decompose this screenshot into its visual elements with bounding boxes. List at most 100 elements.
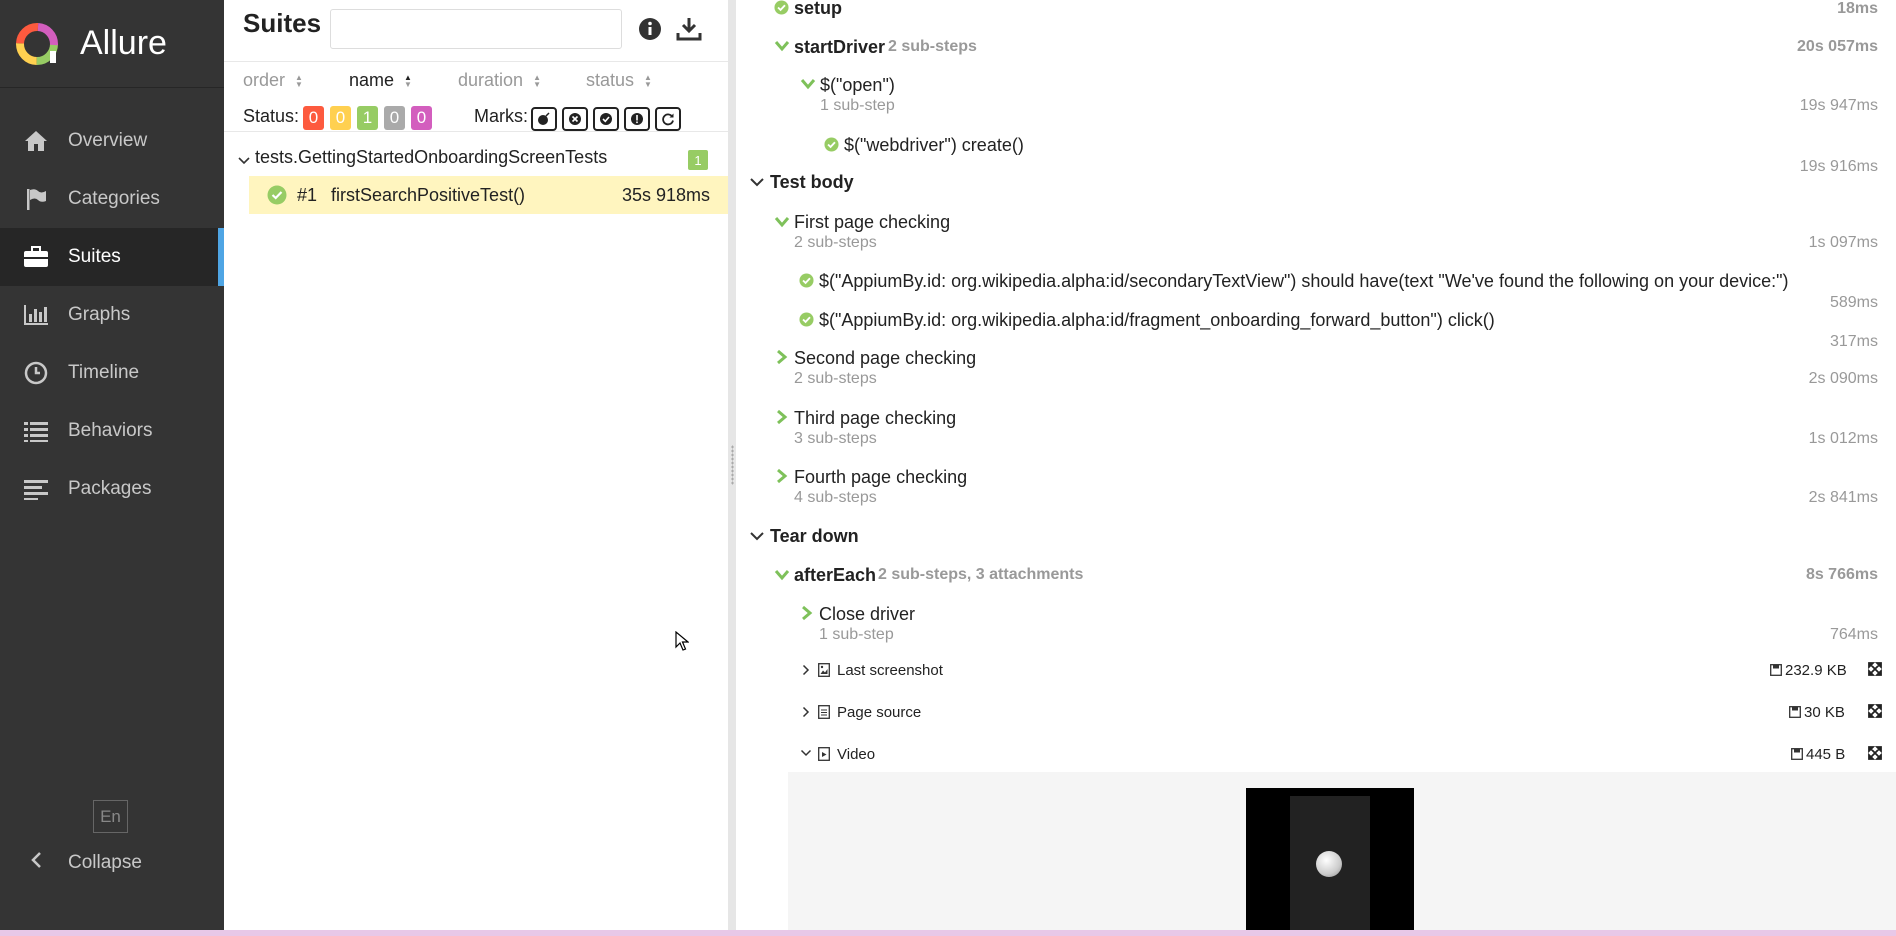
step-duration: 20s 057ms [1797, 38, 1878, 55]
app-title: Allure [80, 24, 167, 62]
sidebar-item-label: Overview [68, 130, 148, 151]
wikipedia-globe-icon [1316, 851, 1342, 877]
search-input[interactable] [330, 9, 622, 49]
video-file-icon [818, 747, 830, 761]
attachment-name: Page source [837, 704, 922, 721]
expand-icon[interactable] [1868, 746, 1882, 765]
brand[interactable]: Allure [0, 0, 224, 88]
language-switch[interactable]: En [93, 800, 128, 833]
sidebar-item-label: Behaviors [68, 420, 153, 441]
step-substeps: 2 sub-steps [888, 38, 977, 55]
mouse-cursor-icon [675, 631, 689, 651]
step-duration: 2s 090ms [1808, 370, 1878, 387]
chevron-down-icon [800, 79, 816, 90]
clock-icon [22, 359, 50, 387]
step-duration: 19s 916ms [1799, 158, 1878, 175]
sort-label: order [243, 70, 286, 90]
step-substeps: 2 sub-steps [794, 370, 877, 387]
sidebar: Allure Overview Categories Suites Graphs… [0, 0, 224, 936]
step-name: $("webdriver") create() [844, 135, 1024, 155]
sidebar-item-categories[interactable]: Categories [0, 170, 224, 228]
bottom-strip [0, 930, 1896, 936]
step-duration: 19s 947ms [1799, 97, 1878, 114]
sort-label: status [586, 70, 635, 90]
status-passed-toggle[interactable]: 1 [357, 106, 378, 130]
sidebar-item-suites[interactable]: Suites [0, 228, 224, 286]
sort-duration[interactable]: duration ▲ ▼ [458, 70, 541, 91]
step-duration: 18ms [1837, 0, 1878, 17]
step-substeps: 2 sub-steps, 3 attachments [878, 566, 1084, 583]
new-passed-icon[interactable] [593, 107, 619, 131]
sort-status[interactable]: status ▲ ▼ [586, 70, 652, 91]
status-failed-toggle[interactable]: 0 [303, 106, 324, 130]
splitter-grip[interactable] [731, 445, 734, 485]
step-substeps: 2 sub-steps [794, 234, 877, 251]
chevron-down-icon [750, 178, 764, 187]
sidebar-item-graphs[interactable]: Graphs [0, 286, 224, 344]
bar-chart-icon [22, 301, 50, 329]
status-label: Status: [243, 106, 300, 126]
chevron-down-icon [238, 150, 250, 171]
align-left-icon [22, 475, 50, 503]
testcase-duration: 35s 918ms [621, 185, 710, 205]
step-duration: 1s 097ms [1808, 234, 1878, 251]
step-name: $("open") [820, 75, 895, 95]
sidebar-item-timeline[interactable]: Timeline [0, 344, 224, 402]
info-icon[interactable] [638, 17, 664, 43]
count-badge: 1 [688, 150, 708, 170]
step-duration: 8s 766ms [1805, 566, 1878, 583]
page-title: Suites [243, 8, 322, 38]
sidebar-item-label: Graphs [68, 304, 131, 325]
sort-order[interactable]: order ▲ ▼ [243, 70, 303, 91]
step-duration: 2s 841ms [1808, 489, 1878, 506]
video-player[interactable] [1246, 788, 1414, 936]
testcase-name: firstSearchPositiveTest() [331, 185, 526, 205]
sidebar-item-overview[interactable]: Overview [0, 112, 224, 170]
tree-header: Suites [224, 0, 728, 62]
new-failed-icon[interactable] [562, 107, 588, 131]
test-details-panel: setup 18ms startDriver 2 sub-steps 20s 0… [736, 0, 1896, 936]
expand-icon[interactable] [1868, 704, 1882, 723]
collapse-button[interactable]: Collapse [22, 846, 142, 880]
expand-icon[interactable] [1868, 662, 1882, 681]
sidebar-item-packages[interactable]: Packages [0, 460, 224, 518]
step-name: startDriver [794, 37, 886, 57]
section-title: Test body [770, 172, 854, 192]
sort-arrows-icon: ▲ ▼ [533, 72, 541, 89]
image-file-icon [818, 663, 830, 677]
step-duration: 317ms [1829, 333, 1878, 350]
status-skipped-toggle[interactable]: 0 [384, 106, 405, 130]
chevron-down-icon [774, 217, 790, 228]
chevron-right-icon [777, 349, 788, 365]
chevron-down-icon [774, 41, 790, 52]
sidebar-item-label: Categories [68, 188, 160, 209]
chevron-left-icon [22, 851, 50, 875]
video-frame [1290, 796, 1370, 936]
chevron-down-icon [800, 749, 812, 757]
new-broken-icon[interactable] [624, 107, 650, 131]
home-icon [22, 127, 50, 155]
download-icon[interactable] [676, 17, 702, 43]
flag-icon [22, 185, 50, 213]
chevron-right-icon [777, 468, 788, 484]
suite-name: tests.GettingStartedOnboardingScreenTest… [255, 147, 608, 167]
sidebar-item-behaviors[interactable]: Behaviors [0, 402, 224, 460]
suite-group[interactable]: tests.GettingStartedOnboardingScreenTest… [224, 140, 728, 176]
video-preview-area [788, 772, 1896, 936]
status-broken-toggle[interactable]: 0 [330, 106, 351, 130]
retries-icon[interactable] [655, 107, 681, 131]
attachment-size: 232.9 KB [1785, 662, 1847, 679]
sort-name[interactable]: name ▲ ▼ [349, 70, 412, 91]
testcase-row[interactable]: #1 firstSearchPositiveTest() 35s 918ms [249, 176, 728, 214]
passed-check-icon [799, 273, 814, 288]
chevron-right-icon [802, 605, 813, 621]
chevron-right-icon [802, 664, 810, 676]
step-name: Second page checking [794, 348, 977, 368]
step-name: $("AppiumBy.id: org.wikipedia.alpha:id/s… [819, 271, 1789, 291]
file-text-icon [818, 705, 830, 719]
status-unknown-toggle[interactable]: 0 [411, 106, 432, 130]
passed-check-icon [267, 185, 287, 210]
save-icon [1789, 706, 1801, 718]
flaky-bomb-icon[interactable] [531, 107, 557, 131]
passed-check-icon [824, 137, 839, 152]
